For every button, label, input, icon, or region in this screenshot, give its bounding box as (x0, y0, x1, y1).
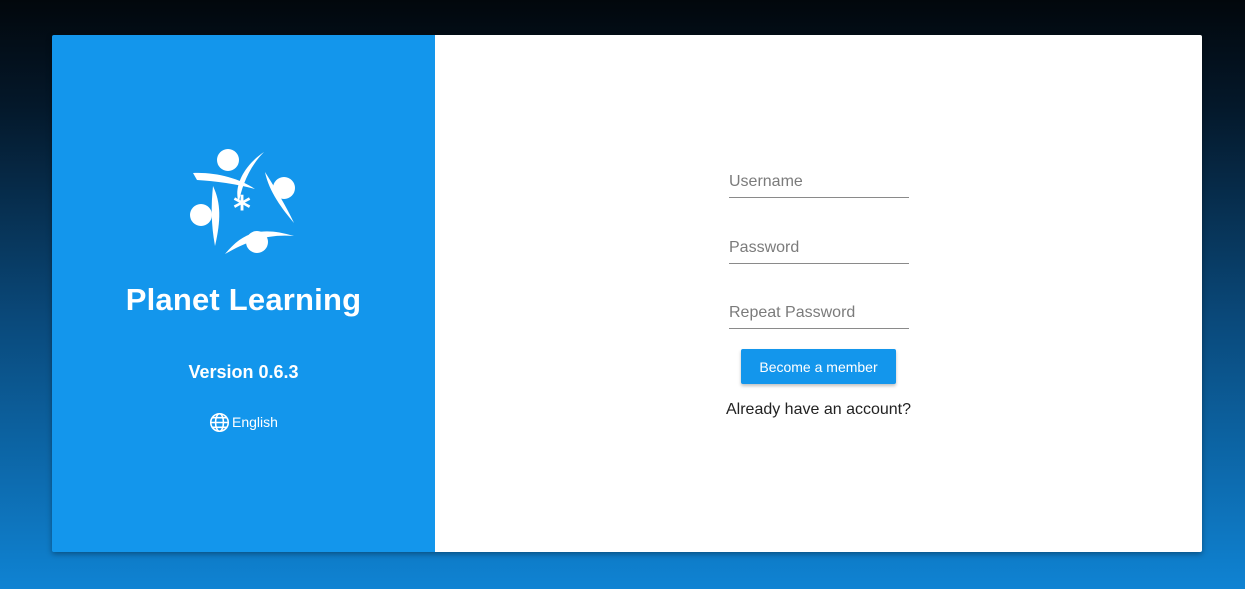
language-label: English (232, 414, 278, 430)
signup-card: * Planet Learning Version 0.6.3 English (52, 35, 1202, 552)
version-label: Version 0.6.3 (188, 362, 299, 382)
svg-text:*: * (233, 189, 251, 229)
repeat-password-input[interactable] (729, 298, 909, 328)
password-field-container (729, 233, 909, 264)
signup-form: Become a member Already have an account? (435, 35, 1202, 552)
become-member-button[interactable]: Become a member (741, 349, 896, 384)
username-input[interactable] (729, 167, 909, 197)
repeat-password-field-container (729, 298, 909, 329)
login-link[interactable]: Already have an account? (435, 401, 1202, 419)
brand-title: Planet Learning (125, 282, 362, 317)
planet-learning-logo-icon: * (190, 149, 295, 254)
language-selector[interactable]: English (209, 411, 278, 433)
brand-panel: * Planet Learning Version 0.6.3 English (52, 35, 435, 552)
password-input[interactable] (729, 233, 909, 263)
username-field-container (729, 167, 909, 198)
globe-icon (209, 412, 230, 432)
